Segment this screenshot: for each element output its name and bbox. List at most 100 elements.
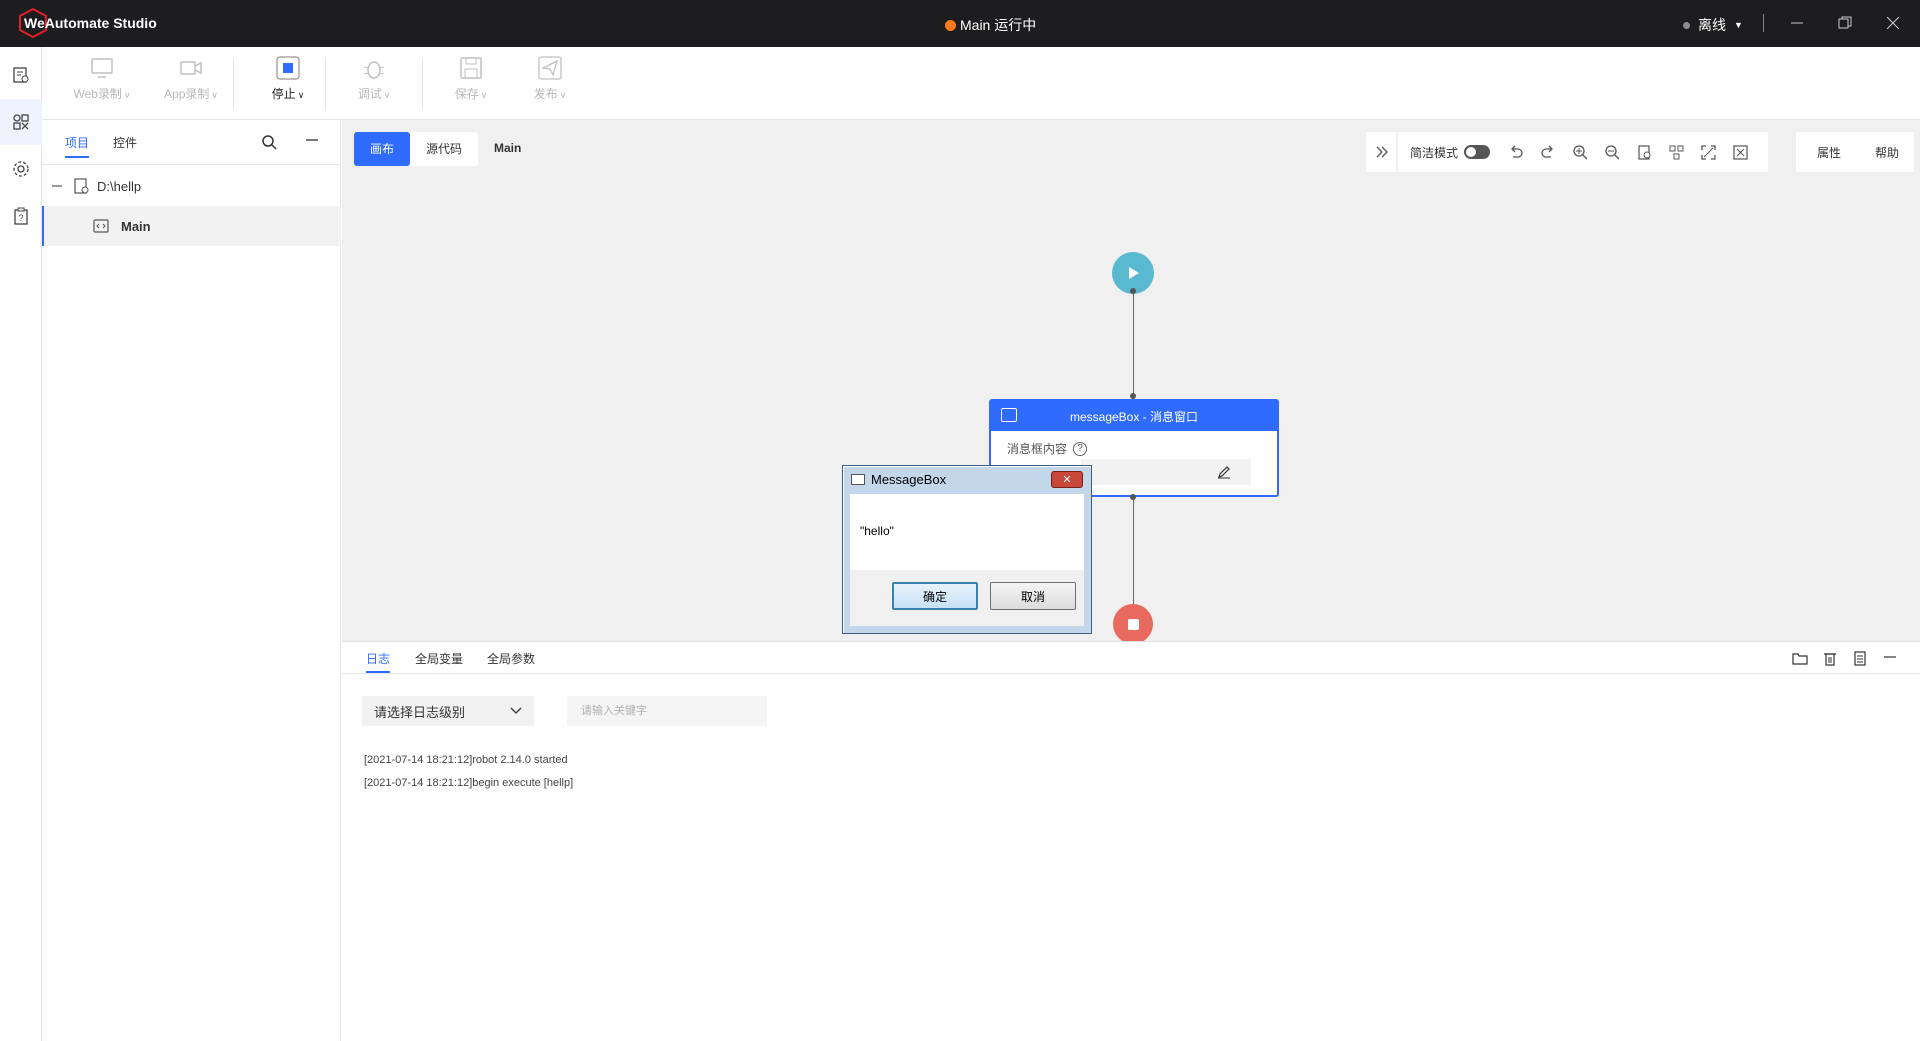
web-record-button[interactable]: Web录制 ∨ <box>62 55 142 115</box>
save-button[interactable]: 保存 ∨ <box>431 55 511 115</box>
tab-canvas[interactable]: 画布 <box>354 132 411 166</box>
main-toolbar: Web录制 ∨ App录制 ∨ 停止 ∨ 调试 ∨ 保存 ∨ 发布 ∨ <box>42 47 1920 120</box>
tree-root-label: D:\hellp <box>97 178 142 194</box>
web-record-label: Web录制 <box>73 87 122 101</box>
zoom-in-icon <box>1572 144 1587 159</box>
tab-main-file[interactable]: Main <box>494 141 521 155</box>
left-icon-rail: ? <box>0 47 42 1041</box>
messagebox-node-title: messageBox - 消息窗口 <box>1069 409 1199 424</box>
log-level-select[interactable]: 请选择日志级别 <box>362 696 534 726</box>
simple-mode-label: 简洁模式 <box>1410 145 1459 160</box>
cancel-button[interactable]: 取消 <box>990 582 1076 610</box>
messagebox-text: "hello" <box>860 524 894 538</box>
minimize-button[interactable] <box>1782 10 1812 36</box>
rail-item-components[interactable] <box>0 99 42 145</box>
zoom-out-button[interactable] <box>1596 132 1628 172</box>
collapse-icon[interactable] <box>305 134 319 148</box>
close-box-icon <box>1732 144 1748 160</box>
connector-dot <box>1130 288 1136 294</box>
log-panel: 日志 全局变量 全局参数 请选择日志级别 [2021-07-14 18:21:1… <box>342 641 1920 1041</box>
rail-item-help[interactable]: ? <box>0 193 42 239</box>
zoom-in-button[interactable] <box>1564 132 1596 172</box>
connector-dot <box>1130 494 1136 500</box>
layout-button[interactable] <box>1660 132 1692 172</box>
code-file-icon <box>93 219 109 233</box>
message-content-field[interactable] <box>1081 459 1251 485</box>
tree-item-main[interactable]: Main <box>42 206 341 246</box>
list-icon <box>1854 650 1866 666</box>
offline-dot-icon <box>1683 21 1690 29</box>
tab-source-code[interactable]: 源代码 <box>410 132 478 166</box>
messagebox-footer: 确定 取消 <box>850 570 1084 626</box>
connector-line <box>1133 294 1134 399</box>
send-icon <box>538 56 562 80</box>
log-level-select-value: 请选择日志级别 <box>374 704 466 720</box>
chevron-down-icon: ∨ <box>123 90 131 100</box>
double-chevron-right-icon <box>1376 146 1388 158</box>
ok-button[interactable]: 确定 <box>892 582 978 610</box>
play-icon <box>1129 267 1139 279</box>
chevron-down-icon: ∨ <box>211 90 218 100</box>
rail-item-project[interactable] <box>0 52 42 98</box>
publish-button[interactable]: 发布 ∨ <box>510 55 590 115</box>
tab-project[interactable]: 项目 <box>65 134 90 158</box>
tree-main-label: Main <box>121 218 151 234</box>
simple-mode-toggle[interactable] <box>1464 145 1491 159</box>
log-keyword-input[interactable] <box>567 696 767 726</box>
messagebox-body: "hello" <box>850 494 1084 570</box>
run-status-text: Main 运行中 <box>960 17 1037 33</box>
clear-canvas-button[interactable] <box>1724 132 1756 172</box>
svg-text:?: ? <box>18 213 23 223</box>
help-circle-icon[interactable]: ? <box>1073 441 1088 456</box>
right-panel-tabs: 属性 帮助 <box>1796 132 1914 172</box>
log-actions <box>1790 648 1900 668</box>
search-icon[interactable] <box>261 134 277 150</box>
log-list-button[interactable] <box>1850 648 1870 668</box>
clear-log-button[interactable] <box>1820 648 1840 668</box>
find-button[interactable] <box>1628 132 1660 172</box>
tree-item-root[interactable]: D:\hellp <box>42 166 341 206</box>
minimize-log-button[interactable] <box>1880 648 1900 668</box>
messagebox-title: MessageBox <box>871 472 947 487</box>
redo-icon <box>1541 145 1553 158</box>
tab-global-parameters[interactable]: 全局参数 <box>487 650 535 667</box>
bug-icon <box>363 61 385 79</box>
tab-help[interactable]: 帮助 <box>1875 144 1899 161</box>
toolbar-divider <box>233 59 234 109</box>
end-node[interactable] <box>1113 604 1153 644</box>
close-window-button[interactable] <box>1878 10 1908 36</box>
chevron-down-icon <box>510 707 522 714</box>
collapse-tree-icon[interactable] <box>51 180 63 192</box>
redo-button[interactable] <box>1532 132 1564 172</box>
messagebox-node-header: messageBox - 消息窗口 <box>991 401 1277 431</box>
stop-button[interactable]: 停止 ∨ <box>248 55 328 115</box>
tab-controls[interactable]: 控件 <box>113 134 137 151</box>
log-line: [2021-07-14 18:21:12]begin execute [hell… <box>364 777 574 789</box>
app-record-button[interactable]: App录制 ∨ <box>151 55 231 115</box>
restore-button[interactable] <box>1830 10 1860 36</box>
clipboard-question-icon: ? <box>14 207 28 225</box>
open-folder-button[interactable] <box>1790 648 1810 668</box>
tab-global-variables[interactable]: 全局变量 <box>415 650 463 667</box>
debug-button[interactable]: 调试 ∨ <box>334 55 414 115</box>
folder-icon <box>1792 653 1808 665</box>
expand-icon <box>1700 144 1716 160</box>
canvas-toolbar: 简洁模式 <box>1398 132 1768 172</box>
rail-item-settings[interactable] <box>0 146 42 192</box>
tab-properties[interactable]: 属性 <box>1817 144 1841 161</box>
online-status-text: 离线 <box>1698 17 1726 33</box>
save-label: 保存 <box>454 87 479 101</box>
messagebox-close-button[interactable]: ✕ <box>1051 471 1083 488</box>
undo-button[interactable] <box>1500 132 1532 172</box>
expand-toolbar-button[interactable] <box>1366 132 1396 172</box>
save-icon <box>460 57 482 79</box>
fit-screen-button[interactable] <box>1692 132 1724 172</box>
edit-icon[interactable] <box>1217 465 1231 479</box>
minus-icon <box>1884 656 1896 658</box>
app-record-label: App录制 <box>164 87 210 101</box>
flow-canvas[interactable]: 画布 源代码 Main 简洁模式 属性 帮助 messageBox - 消息窗口… <box>342 120 1920 644</box>
online-status-dropdown[interactable]: 离线 ▼ <box>1683 15 1743 35</box>
chevron-down-icon: ∨ <box>559 90 567 100</box>
tab-log[interactable]: 日志 <box>366 650 391 673</box>
messagebox-dialog: MessageBox ✕ "hello" 确定 取消 <box>842 465 1092 634</box>
